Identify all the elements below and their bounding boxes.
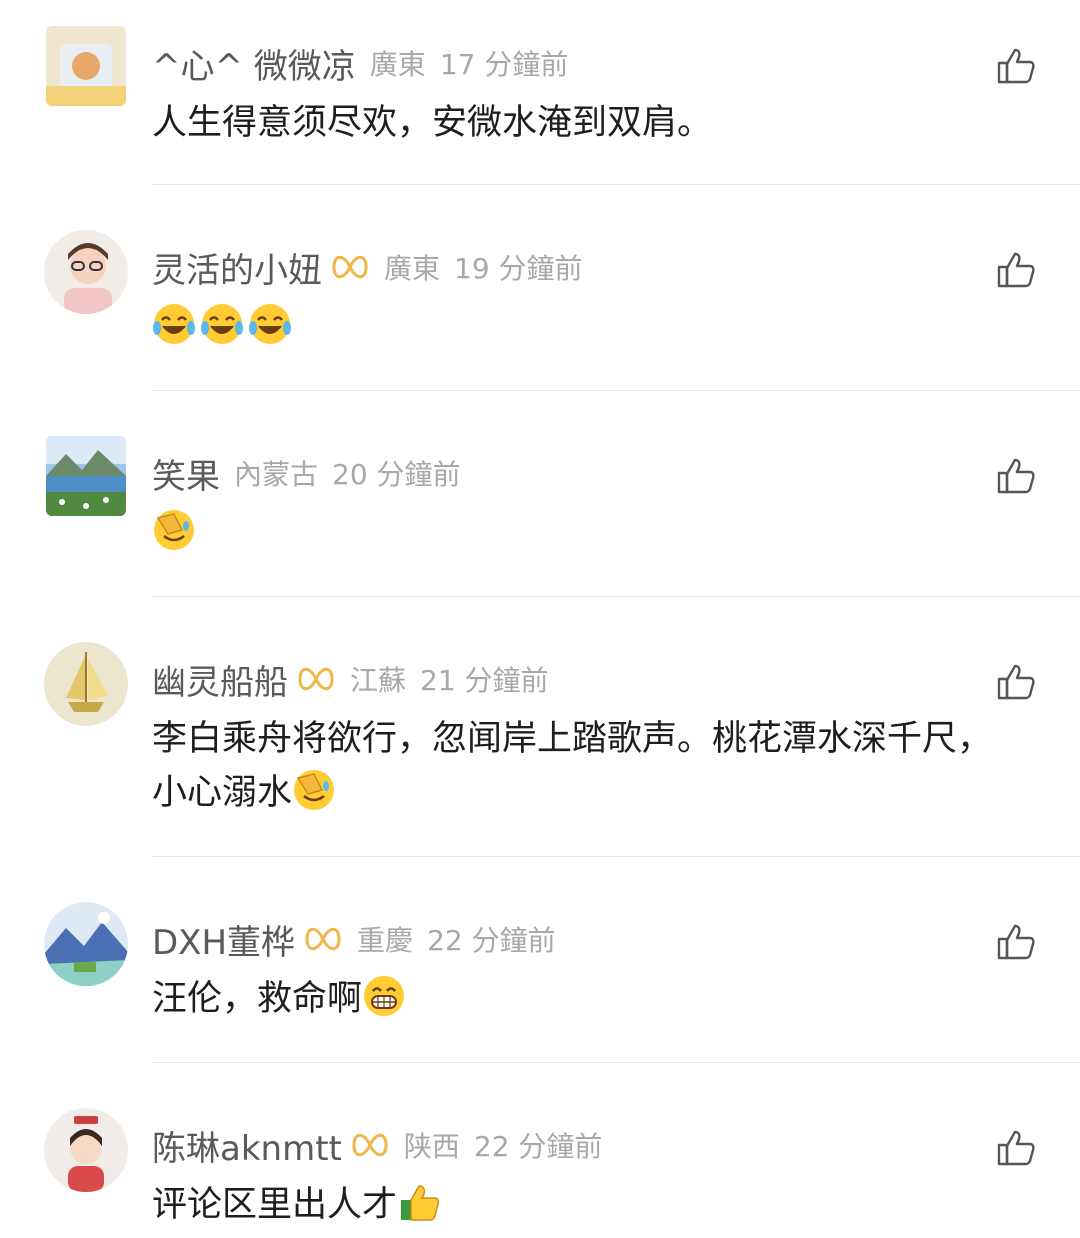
grin-emoji — [364, 976, 405, 1016]
laugh-tears-emoji — [249, 304, 291, 344]
username[interactable]: 陈琳aknmtt — [152, 1121, 342, 1170]
timestamp: 19 分鐘前 — [454, 252, 583, 285]
username[interactable]: 笑果 — [152, 449, 220, 498]
avatar[interactable] — [44, 902, 128, 986]
comment-text-content: 评论区里出人才 — [152, 1185, 398, 1225]
membership-badge-icon — [352, 1133, 388, 1157]
username[interactable]: 幽灵船船 — [152, 655, 288, 704]
comment-text: 汪伦，救命啊 — [152, 972, 1022, 1026]
comment-header: ^心^ 微微凉 廣東 17 分鐘前 — [152, 38, 568, 88]
comment-meta: 廣東 17 分鐘前 — [370, 43, 569, 83]
comment-meta: 重慶 22 分鐘前 — [357, 919, 556, 959]
region: 廣東 — [369, 48, 426, 81]
comment-text: 人生得意须尽欢，安微水淹到双肩。 — [152, 96, 1022, 150]
like-icon[interactable] — [996, 456, 1036, 496]
like-icon[interactable] — [996, 1128, 1036, 1168]
divider — [152, 596, 1080, 597]
region: 陕西 — [403, 1130, 460, 1163]
comment-header: 幽灵船船 江蘇 21 分鐘前 — [152, 654, 549, 704]
comment-text: 李白乘舟将欲行，忽闻岸上踏歌声。桃花潭水深千尺，小心溺水 — [152, 712, 1022, 820]
region: 重慶 — [357, 924, 414, 957]
comment-text: 评论区里出人才 — [152, 1178, 1022, 1232]
username[interactable]: 灵活的小妞 — [152, 243, 322, 292]
timestamp: 22 分鐘前 — [473, 1130, 603, 1163]
comment-header: 笑果 內蒙古 20 分鐘前 — [152, 448, 461, 498]
region: 內蒙古 — [234, 458, 319, 491]
avatar[interactable] — [46, 436, 126, 516]
like-icon[interactable] — [996, 46, 1036, 86]
comment-header: 灵活的小妞 廣東 19 分鐘前 — [152, 242, 583, 292]
timestamp: 20 分鐘前 — [332, 458, 461, 491]
membership-badge-icon — [305, 927, 341, 951]
comment-meta: 廣東 19 分鐘前 — [384, 247, 583, 287]
membership-badge-icon — [298, 667, 334, 691]
username[interactable]: DXH董桦 — [152, 915, 295, 964]
divider — [152, 390, 1080, 391]
like-icon[interactable] — [996, 662, 1036, 702]
membership-badge-icon — [332, 255, 368, 279]
comment-text-content: 汪伦，救命啊 — [152, 979, 363, 1019]
divider — [152, 184, 1080, 185]
region: 廣東 — [384, 252, 441, 285]
divider — [152, 856, 1080, 857]
region: 江蘇 — [350, 664, 407, 697]
comment-header: 陈琳aknmtt 陕西 22 分鐘前 — [152, 1120, 602, 1170]
timestamp: 22 分鐘前 — [427, 924, 556, 957]
laugh-tears-emoji — [153, 304, 195, 344]
avatar[interactable] — [44, 1108, 128, 1192]
comment-text-content: 李白乘舟将欲行，忽闻岸上踏歌声。桃花潭水深千尺，小心溺水 — [152, 719, 993, 813]
facepalm-emoji — [154, 510, 194, 550]
comment-text — [152, 506, 1022, 560]
thumbs-up-emoji — [401, 1185, 440, 1221]
avatar[interactable] — [46, 26, 126, 106]
like-icon[interactable] — [996, 922, 1036, 962]
timestamp: 21 分鐘前 — [420, 664, 549, 697]
divider — [152, 1062, 1080, 1063]
timestamp: 17 分鐘前 — [439, 48, 569, 81]
comment-meta: 陕西 22 分鐘前 — [404, 1125, 603, 1165]
comment-text-content: 人生得意须尽欢，安微水淹到双肩。 — [152, 103, 713, 143]
comment-meta: 江蘇 21 分鐘前 — [350, 659, 549, 699]
comment-header: DXH董桦 重慶 22 分鐘前 — [152, 914, 556, 964]
avatar[interactable] — [44, 230, 128, 314]
comment-text — [152, 300, 1022, 354]
like-icon[interactable] — [996, 250, 1036, 290]
username[interactable]: ^心^ 微微凉 — [152, 39, 356, 88]
laugh-tears-emoji — [201, 304, 243, 344]
avatar[interactable] — [44, 642, 128, 726]
comment-meta: 內蒙古 20 分鐘前 — [234, 453, 461, 493]
facepalm-emoji — [294, 770, 335, 810]
